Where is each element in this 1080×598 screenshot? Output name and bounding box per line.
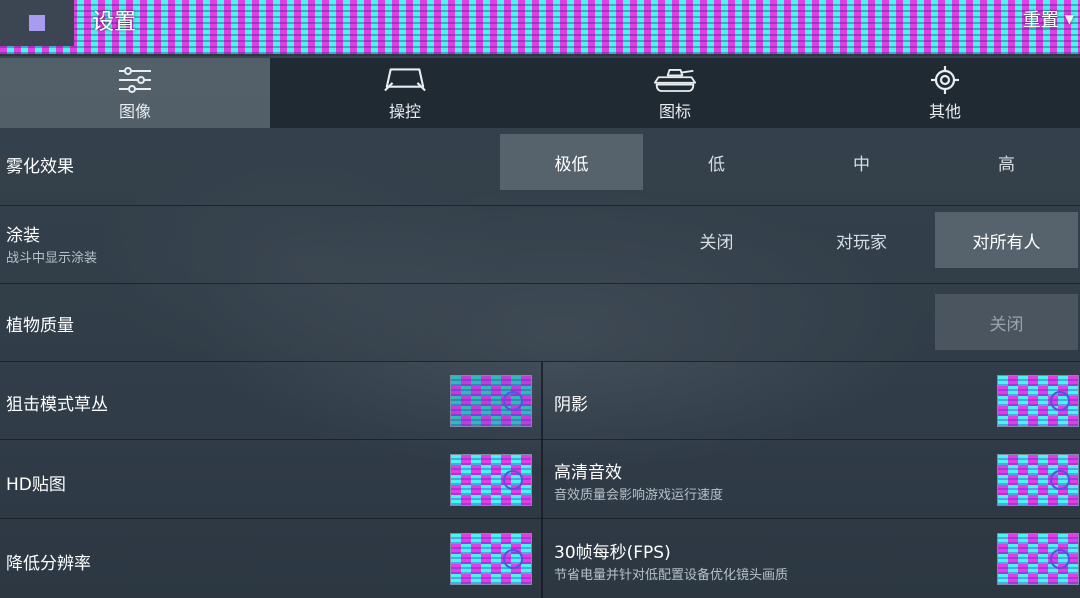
setting-lower-resolution: 降低分辨率: [0, 520, 540, 598]
gear-icon: [923, 64, 967, 96]
reset-label: 重置: [1022, 10, 1059, 31]
page-title: 设置: [92, 10, 137, 35]
setting-row-vegetation: 植物质量 关闭: [0, 284, 1080, 362]
lower-resolution-toggle[interactable]: [450, 533, 532, 585]
setting-row-camo: 涂装 战斗中显示涂装 关闭 对玩家 对所有人: [0, 206, 1080, 284]
tab-other-label: 其他: [928, 102, 961, 121]
reset-button[interactable]: 重置 ▼: [1023, 6, 1074, 32]
setting-shadows: 阴影: [544, 362, 1080, 440]
tank-icon: [653, 64, 697, 96]
lower-resolution-title: 降低分辨率: [6, 554, 91, 574]
setting-row-fog: 雾化效果 极低 低 中 高: [0, 128, 1080, 206]
toggle-knob: [503, 549, 523, 569]
fps30-subtitle: 节省电量并针对低配置设备优化镜头画质: [554, 568, 789, 583]
sniper-grass-title: 狙击模式草丛: [6, 395, 108, 415]
hd-audio-toggle[interactable]: [997, 454, 1079, 506]
shadows-toggle[interactable]: [997, 375, 1079, 427]
controller-icon: [383, 64, 427, 96]
fog-option-medium[interactable]: 中: [790, 134, 933, 190]
tab-graphics-label: 图像: [118, 102, 151, 121]
camo-options: 关闭 对玩家 对所有人: [643, 212, 1078, 268]
toggle-row-3: 降低分辨率 30帧每秒(FPS) 节省电量并针对低配置设备优化镜头画质: [0, 520, 1080, 598]
header-bar: 设置 重置 ▼: [0, 0, 1080, 56]
camo-option-players[interactable]: 对玩家: [790, 212, 933, 268]
hd-audio-title: 高清音效: [554, 463, 622, 483]
camo-subtitle: 战斗中显示涂装: [6, 251, 98, 266]
tab-icons[interactable]: 图标: [540, 58, 810, 128]
fog-option-very-low[interactable]: 极低: [500, 134, 643, 190]
tab-controls-label: 操控: [388, 102, 421, 121]
back-icon: [29, 15, 45, 31]
tab-other[interactable]: 其他: [810, 58, 1080, 128]
fps30-title: 30帧每秒(FPS): [554, 543, 671, 563]
camo-title: 涂装: [6, 226, 40, 246]
toggle-knob: [1050, 470, 1070, 490]
sniper-grass-toggle[interactable]: [450, 375, 532, 427]
fog-option-low[interactable]: 低: [645, 134, 788, 190]
tab-bar: 图像 操控 图标 其他: [0, 58, 1080, 128]
toggle-row-1: 狙击模式草丛 阴影: [0, 362, 1080, 440]
setting-sniper-grass: 狙击模式草丛: [0, 362, 540, 440]
vegetation-options: 关闭: [933, 294, 1078, 350]
vegetation-option-off[interactable]: 关闭: [935, 294, 1078, 350]
hd-audio-subtitle: 音效质量会影响游戏运行速度: [554, 488, 724, 503]
hd-textures-title: HD贴图: [6, 475, 66, 495]
fog-options: 极低 低 中 高: [498, 134, 1078, 190]
fps30-toggle[interactable]: [997, 533, 1079, 585]
setting-fps30: 30帧每秒(FPS) 节省电量并针对低配置设备优化镜头画质: [544, 520, 1080, 598]
chevron-down-icon: ▼: [1064, 12, 1074, 26]
sliders-icon: [113, 64, 157, 96]
back-button[interactable]: [0, 0, 74, 46]
camo-option-everyone[interactable]: 对所有人: [935, 212, 1078, 268]
vegetation-title: 植物质量: [6, 316, 74, 336]
toggle-row-2: HD贴图 高清音效 音效质量会影响游戏运行速度: [0, 441, 1080, 519]
hd-textures-toggle[interactable]: [450, 454, 532, 506]
shadows-title: 阴影: [554, 395, 588, 415]
tab-controls[interactable]: 操控: [270, 58, 540, 128]
tab-graphics[interactable]: 图像: [0, 58, 270, 128]
toggle-knob: [1050, 549, 1070, 569]
toggle-knob: [503, 391, 523, 411]
tab-icons-label: 图标: [658, 102, 691, 121]
camo-option-off[interactable]: 关闭: [645, 212, 788, 268]
setting-hd-textures: HD贴图: [0, 441, 540, 519]
fog-title: 雾化效果: [6, 157, 74, 177]
fog-option-high[interactable]: 高: [935, 134, 1078, 190]
toggle-knob: [503, 470, 523, 490]
setting-hd-audio: 高清音效 音效质量会影响游戏运行速度: [544, 441, 1080, 519]
toggle-knob: [1050, 391, 1070, 411]
